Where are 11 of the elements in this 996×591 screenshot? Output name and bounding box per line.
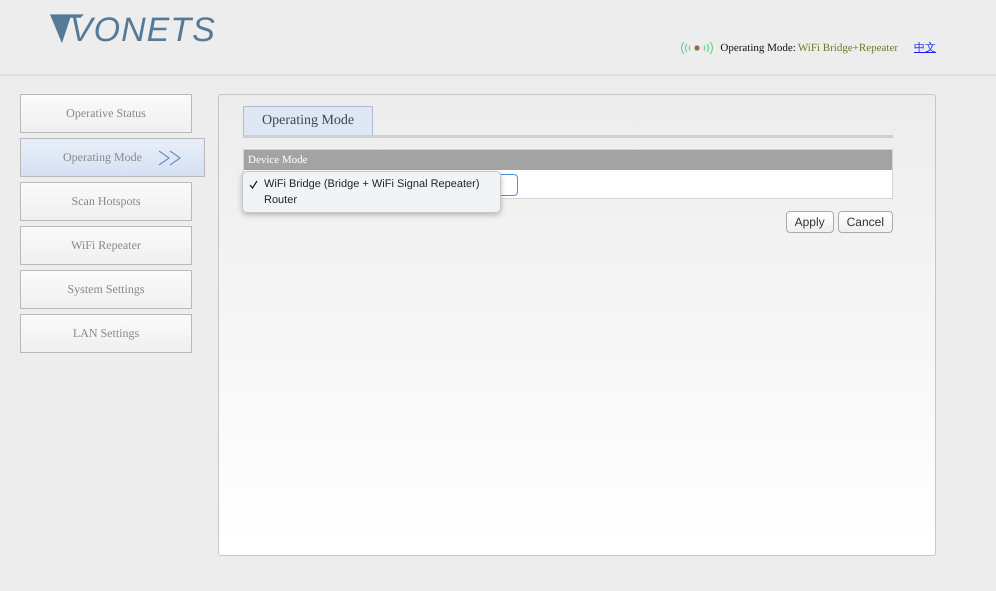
logo: VONETS xyxy=(50,11,216,47)
section-tab[interactable]: Operating Mode xyxy=(243,106,374,135)
status-value: WiFi Bridge+Repeater xyxy=(798,42,898,54)
double-chevron-icon xyxy=(158,150,182,166)
table-header: Device Mode xyxy=(244,150,892,170)
language-link[interactable]: 中文 xyxy=(914,40,936,55)
status-label: Operating Mode: xyxy=(720,42,796,54)
dropdown-option[interactable]: WiFi Bridge (Bridge + WiFi Signal Repeater) xyxy=(264,176,480,192)
action-button[interactable]: Apply xyxy=(786,211,834,233)
dropdown-option[interactable]: Router xyxy=(264,192,298,208)
action-button[interactable]: Cancel xyxy=(838,211,893,233)
